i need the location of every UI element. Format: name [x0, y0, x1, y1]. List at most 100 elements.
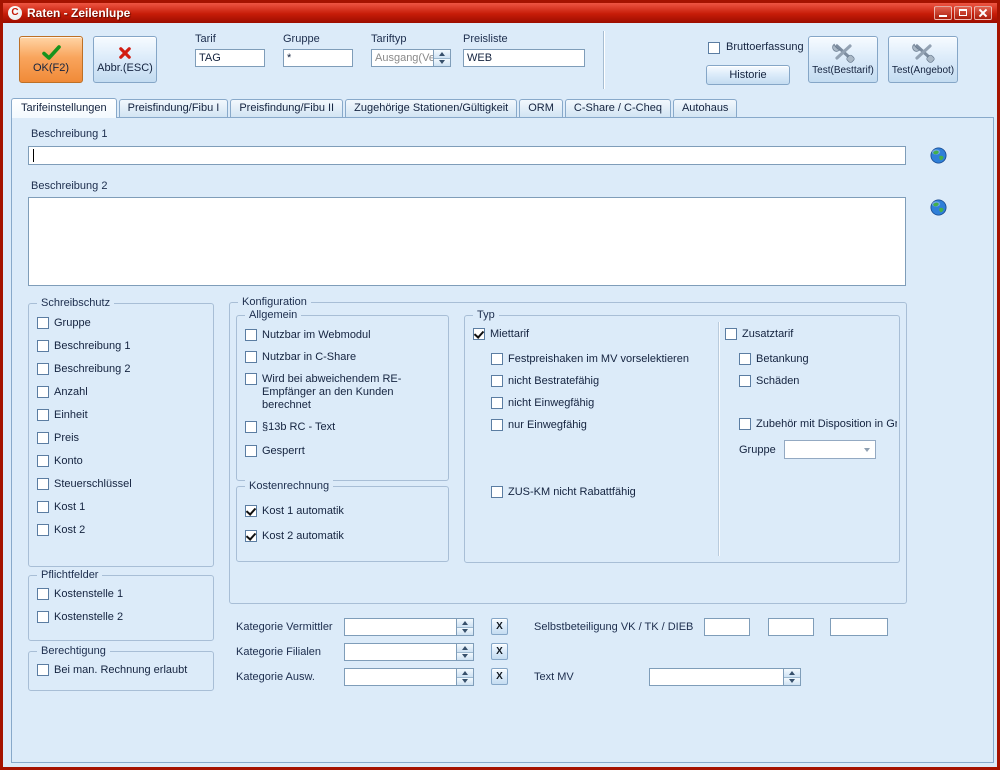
spin-up-button[interactable]	[784, 669, 800, 678]
cb-schreibschutz-anzahl[interactable]: Anzahl	[37, 386, 209, 399]
cb-betankung[interactable]: Betankung	[739, 353, 897, 366]
kategorie-vermittler-spinner[interactable]	[344, 618, 474, 636]
checkbox-box[interactable]	[725, 328, 737, 340]
kategorie-filialen-spinner[interactable]	[344, 643, 474, 661]
checkbox-box[interactable]	[37, 664, 49, 676]
close-button[interactable]	[974, 6, 992, 20]
cb-nicht-bestratefaehig[interactable]: nicht Bestratefähig	[491, 375, 713, 388]
spin-up-button[interactable]	[457, 669, 473, 678]
tab-preisfindung-fibu-2[interactable]: Preisfindung/Fibu II	[230, 99, 343, 117]
checkbox-box[interactable]	[473, 328, 485, 340]
checkbox-box[interactable]	[245, 505, 257, 517]
cb-zus-km-nicht-rabattfaehig[interactable]: ZUS-KM nicht Rabattfähig	[491, 486, 713, 499]
spin-down-button[interactable]	[457, 653, 473, 661]
spin-down-button[interactable]	[457, 678, 473, 686]
cb-abweichender-re-empfaenger[interactable]: Wird bei abweichendem RE-Empfänger an de…	[245, 373, 444, 412]
spin-up-button[interactable]	[434, 50, 450, 59]
selbstbeteiligung-dieb-input[interactable]	[830, 618, 888, 636]
checkbox-box[interactable]	[491, 353, 503, 365]
cb-schreibschutz-kost-1[interactable]: Kost 1	[37, 501, 209, 514]
cb-schreibschutz-beschreibung-2[interactable]: Beschreibung 2	[37, 363, 209, 376]
cb-zubehoer-mit-disposition[interactable]: Zubehör mit Disposition in Grupp	[739, 418, 897, 431]
ok-button[interactable]: OK(F2)	[19, 36, 83, 83]
checkbox-box[interactable]	[739, 353, 751, 365]
cb-bei-man-rechnung-erlaubt[interactable]: Bei man. Rechnung erlaubt	[37, 664, 209, 677]
cb-kostenstelle-1[interactable]: Kostenstelle 1	[37, 588, 209, 601]
globe-translate-icon[interactable]	[930, 147, 947, 164]
text-mv-spinner[interactable]	[649, 668, 801, 686]
tarif-input[interactable]	[195, 49, 265, 67]
kategorie-vermittler-clear-button[interactable]: X	[491, 618, 508, 635]
checkbox-box[interactable]	[491, 375, 503, 387]
kategorie-filialen-value[interactable]	[345, 644, 456, 660]
test-angebot-button[interactable]: Test(Angebot)	[888, 36, 958, 83]
checkbox-box[interactable]	[491, 419, 503, 431]
globe-translate-icon[interactable]	[930, 199, 947, 216]
maximize-button[interactable]	[954, 6, 972, 20]
tab-orm[interactable]: ORM	[519, 99, 563, 117]
cb-nur-einwegfaehig[interactable]: nur Einwegfähig	[491, 419, 713, 432]
cb-kost-1-automatik[interactable]: Kost 1 automatik	[245, 505, 444, 518]
checkbox-box[interactable]	[245, 351, 257, 363]
gruppe-input[interactable]	[283, 49, 353, 67]
cb-miettarif[interactable]: Miettarif	[473, 328, 713, 341]
titlebar[interactable]: C Raten - Zeilenlupe	[3, 3, 997, 23]
chevron-down-icon[interactable]	[860, 441, 875, 458]
cb-schreibschutz-preis[interactable]: Preis	[37, 432, 209, 445]
tariftyp-value[interactable]: Ausgang(Ver	[372, 50, 433, 66]
checkbox-box[interactable]	[245, 329, 257, 341]
typ-gruppe-dropdown[interactable]	[784, 440, 876, 459]
checkbox-box[interactable]	[37, 432, 49, 444]
kategorie-ausw-spinner[interactable]	[344, 668, 474, 686]
cb-schaeden[interactable]: Schäden	[739, 375, 897, 388]
tariftyp-spinner[interactable]: Ausgang(Ver	[371, 49, 451, 67]
tab-tarifeinstellungen[interactable]: Tarifeinstellungen	[11, 98, 117, 118]
checkbox-box[interactable]	[245, 445, 257, 457]
checkbox-box[interactable]	[37, 588, 49, 600]
checkbox-box[interactable]	[37, 386, 49, 398]
kategorie-filialen-clear-button[interactable]: X	[491, 643, 508, 660]
test-besttarif-button[interactable]: Test(Besttarif)	[808, 36, 878, 83]
tab-zugehoerige-stationen-gueltigkeit[interactable]: Zugehörige Stationen/Gültigkeit	[345, 99, 517, 117]
cb-schreibschutz-beschreibung-1[interactable]: Beschreibung 1	[37, 340, 209, 353]
checkbox-box[interactable]	[708, 42, 720, 54]
cb-kostenstelle-2[interactable]: Kostenstelle 2	[37, 611, 209, 624]
cb-festpreishaken-mv[interactable]: Festpreishaken im MV vorselektieren	[491, 353, 713, 366]
tab-c-share-c-cheq[interactable]: C-Share / C-Cheq	[565, 99, 671, 117]
checkbox-box[interactable]	[245, 373, 257, 385]
beschreibung2-textarea[interactable]	[28, 197, 906, 286]
cb-schreibschutz-einheit[interactable]: Einheit	[37, 409, 209, 422]
cb-schreibschutz-steuerschluessel[interactable]: Steuerschlüssel	[37, 478, 209, 491]
beschreibung1-input[interactable]	[28, 146, 906, 165]
checkbox-box[interactable]	[37, 455, 49, 467]
checkbox-box[interactable]	[739, 375, 751, 387]
cb-13b-rc-text[interactable]: §13b RC - Text	[245, 421, 444, 434]
cb-nutzbar-im-webmodul[interactable]: Nutzbar im Webmodul	[245, 329, 444, 342]
checkbox-box[interactable]	[245, 530, 257, 542]
tab-preisfindung-fibu-1[interactable]: Preisfindung/Fibu I	[119, 99, 229, 117]
checkbox-box[interactable]	[37, 317, 49, 329]
checkbox-box[interactable]	[37, 611, 49, 623]
checkbox-box[interactable]	[37, 524, 49, 536]
cb-schreibschutz-gruppe[interactable]: Gruppe	[37, 317, 209, 330]
cb-gesperrt[interactable]: Gesperrt	[245, 445, 444, 458]
selbstbeteiligung-tk-input[interactable]	[768, 618, 814, 636]
minimize-button[interactable]	[934, 6, 952, 20]
spin-up-button[interactable]	[457, 644, 473, 653]
kategorie-vermittler-value[interactable]	[345, 619, 456, 635]
checkbox-box[interactable]	[245, 421, 257, 433]
checkbox-box[interactable]	[491, 486, 503, 498]
text-mv-value[interactable]	[650, 669, 783, 685]
checkbox-box[interactable]	[37, 340, 49, 352]
cb-schreibschutz-konto[interactable]: Konto	[37, 455, 209, 468]
checkbox-box[interactable]	[491, 397, 503, 409]
selbstbeteiligung-vk-input[interactable]	[704, 618, 750, 636]
spin-down-button[interactable]	[784, 678, 800, 686]
cb-schreibschutz-kost-2[interactable]: Kost 2	[37, 524, 209, 537]
checkbox-box[interactable]	[37, 409, 49, 421]
cb-zusatztarif[interactable]: Zusatztarif	[725, 328, 897, 341]
checkbox-box[interactable]	[37, 363, 49, 375]
cancel-button[interactable]: Abbr.(ESC)	[93, 36, 157, 83]
cb-kost-2-automatik[interactable]: Kost 2 automatik	[245, 530, 444, 543]
historie-button[interactable]: Historie	[706, 65, 790, 85]
